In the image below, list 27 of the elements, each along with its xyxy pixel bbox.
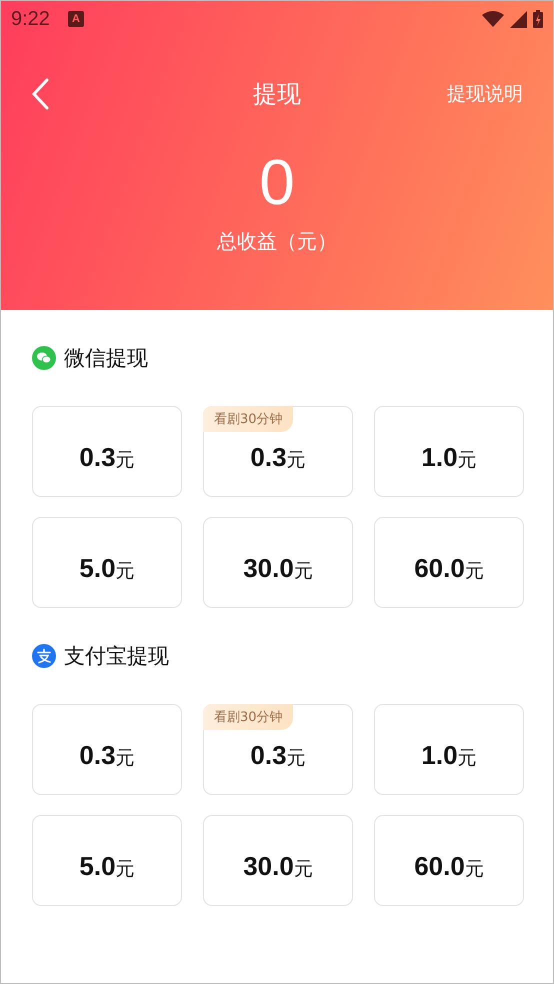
amount-option[interactable]: 看剧30分钟 0.3元 bbox=[203, 406, 353, 497]
wifi-icon bbox=[482, 11, 504, 27]
amount-option[interactable]: 看剧30分钟 0.3元 bbox=[203, 704, 353, 795]
amount-option[interactable]: 0.3元 bbox=[32, 704, 182, 795]
back-button[interactable] bbox=[29, 77, 51, 111]
total-earnings-value: 0 bbox=[259, 150, 295, 214]
notification-badge: A bbox=[68, 11, 84, 27]
amount-option[interactable]: 5.0元 bbox=[32, 815, 182, 906]
task-tag: 看剧30分钟 bbox=[203, 406, 293, 432]
page-title: 提现 bbox=[253, 80, 301, 108]
amount-option[interactable]: 5.0元 bbox=[32, 517, 182, 608]
payment-icon bbox=[32, 644, 56, 668]
signal-icon bbox=[510, 10, 527, 28]
status-time: 9:22 bbox=[11, 8, 50, 30]
total-earnings-label: 总收益（元） bbox=[217, 228, 337, 255]
task-tag: 看剧30分钟 bbox=[203, 704, 293, 730]
amount-option[interactable]: 1.0元 bbox=[374, 704, 524, 795]
amount-option[interactable]: 30.0元 bbox=[203, 517, 353, 608]
section-title: 支付宝提现 bbox=[64, 643, 169, 670]
amount-option[interactable]: 60.0元 bbox=[374, 815, 524, 906]
battery-icon bbox=[533, 10, 543, 28]
amount-option[interactable]: 60.0元 bbox=[374, 517, 524, 608]
section-title: 微信提现 bbox=[64, 345, 148, 372]
amount-option[interactable]: 1.0元 bbox=[374, 406, 524, 497]
amount-option[interactable]: 0.3元 bbox=[32, 406, 182, 497]
chat-bubbles-icon bbox=[32, 346, 56, 370]
amount-option[interactable]: 30.0元 bbox=[203, 815, 353, 906]
